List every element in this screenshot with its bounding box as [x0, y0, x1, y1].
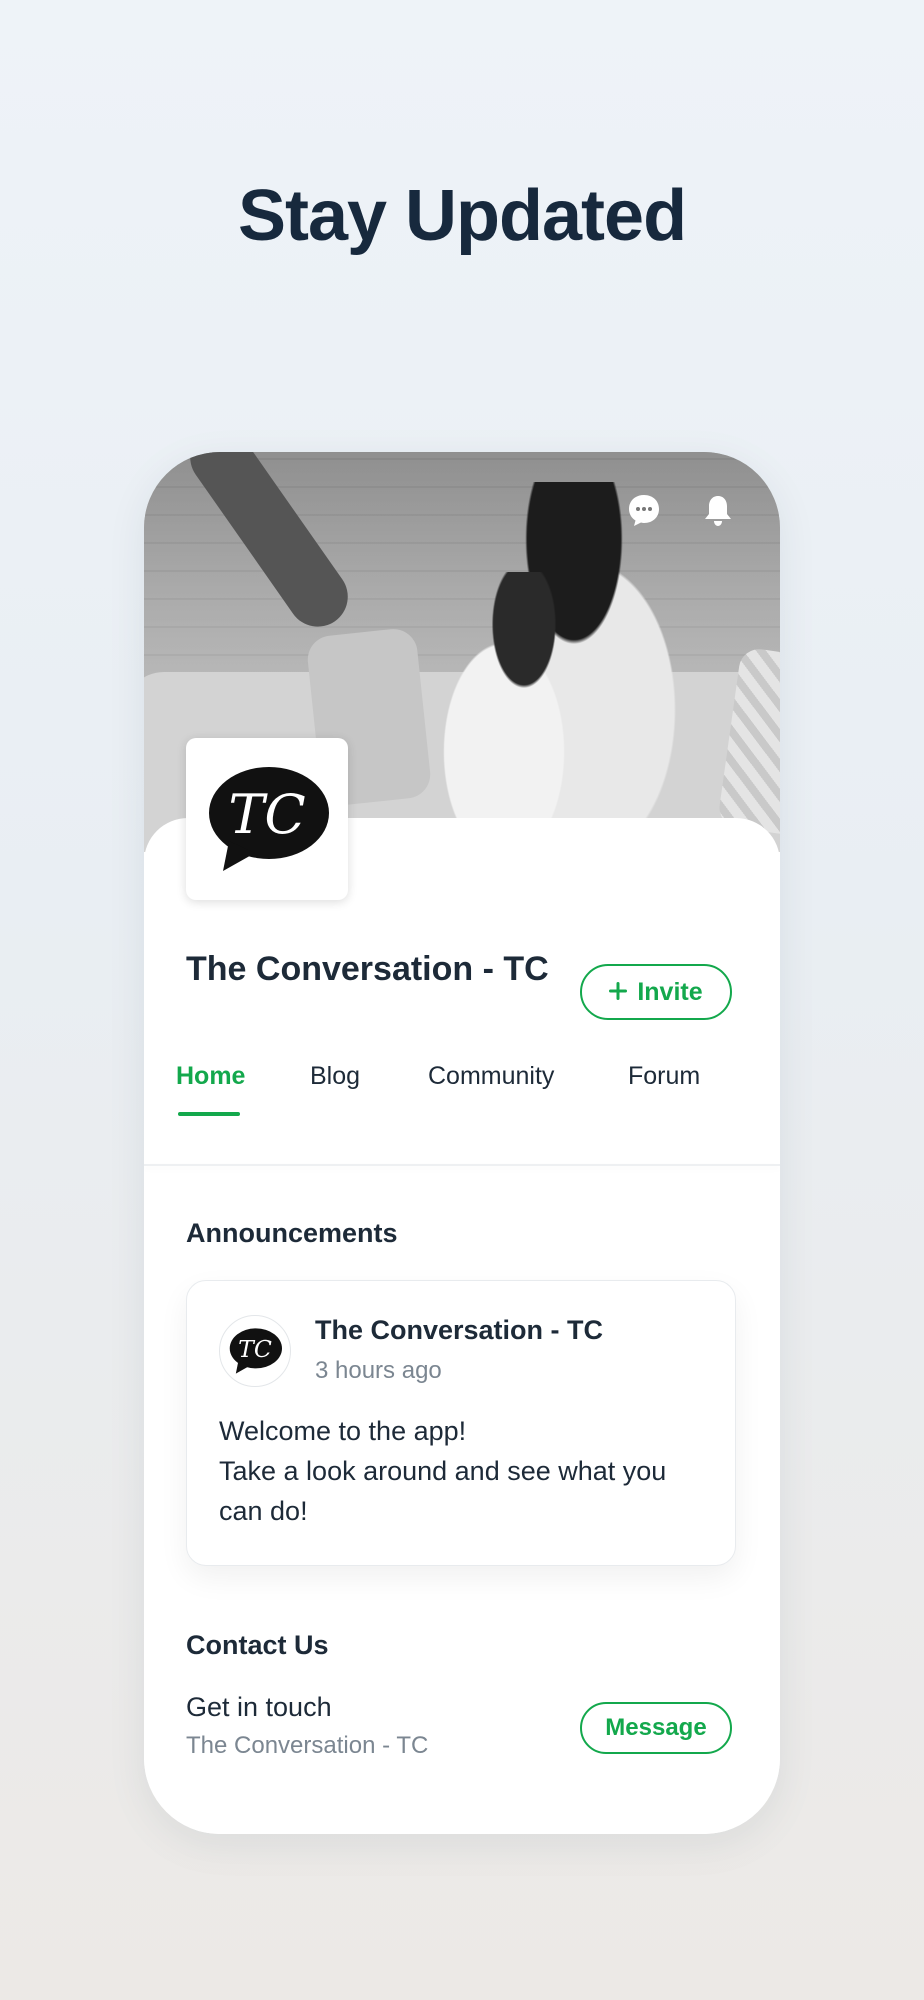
tab-home[interactable]: Home	[176, 1062, 245, 1091]
invite-label: Invite	[637, 977, 703, 1006]
tab-blog[interactable]: Blog	[310, 1062, 360, 1091]
tab-community[interactable]: Community	[428, 1062, 554, 1091]
tab-forum[interactable]: Forum	[628, 1062, 700, 1091]
avatar: TC	[219, 1315, 291, 1387]
post-author: The Conversation - TC	[315, 1315, 604, 1345]
chat-icon[interactable]	[626, 492, 662, 528]
tc-logo-icon: TC	[209, 767, 329, 871]
tab-bar: Home Blog Community Forum	[144, 1062, 780, 1122]
post-body-line: Take a look around and see what you	[219, 1456, 667, 1486]
message-button[interactable]: Message	[580, 1702, 732, 1754]
bell-icon[interactable]	[700, 492, 736, 528]
active-tab-indicator	[178, 1112, 240, 1116]
contact-subtitle: Get in touch	[186, 1692, 332, 1722]
tc-logo-icon: TC	[229, 1328, 282, 1374]
post-timestamp: 3 hours ago	[315, 1357, 442, 1384]
profile-logo: TC	[186, 738, 348, 900]
phone-mockup: TC The Conversation - TC Invite Home Blo…	[144, 452, 780, 1834]
profile-name: The Conversation - TC	[186, 950, 549, 988]
contact-name: The Conversation - TC	[186, 1732, 429, 1759]
post-body-line: can do!	[219, 1496, 308, 1526]
post-body: Welcome to the app! Take a look around a…	[219, 1411, 719, 1531]
plus-icon	[609, 978, 628, 1007]
announcement-card[interactable]: TC The Conversation - TC 3 hours ago Wel…	[186, 1280, 736, 1566]
contact-title: Contact Us	[186, 1630, 329, 1660]
post-body-line: Welcome to the app!	[219, 1416, 467, 1446]
announcements-title: Announcements	[186, 1218, 398, 1248]
page-headline: Stay Updated	[237, 176, 687, 256]
svg-text:TC: TC	[228, 783, 305, 846]
svg-text:TC: TC	[238, 1335, 272, 1363]
invite-button[interactable]: Invite	[580, 964, 732, 1020]
tab-divider	[144, 1164, 780, 1166]
